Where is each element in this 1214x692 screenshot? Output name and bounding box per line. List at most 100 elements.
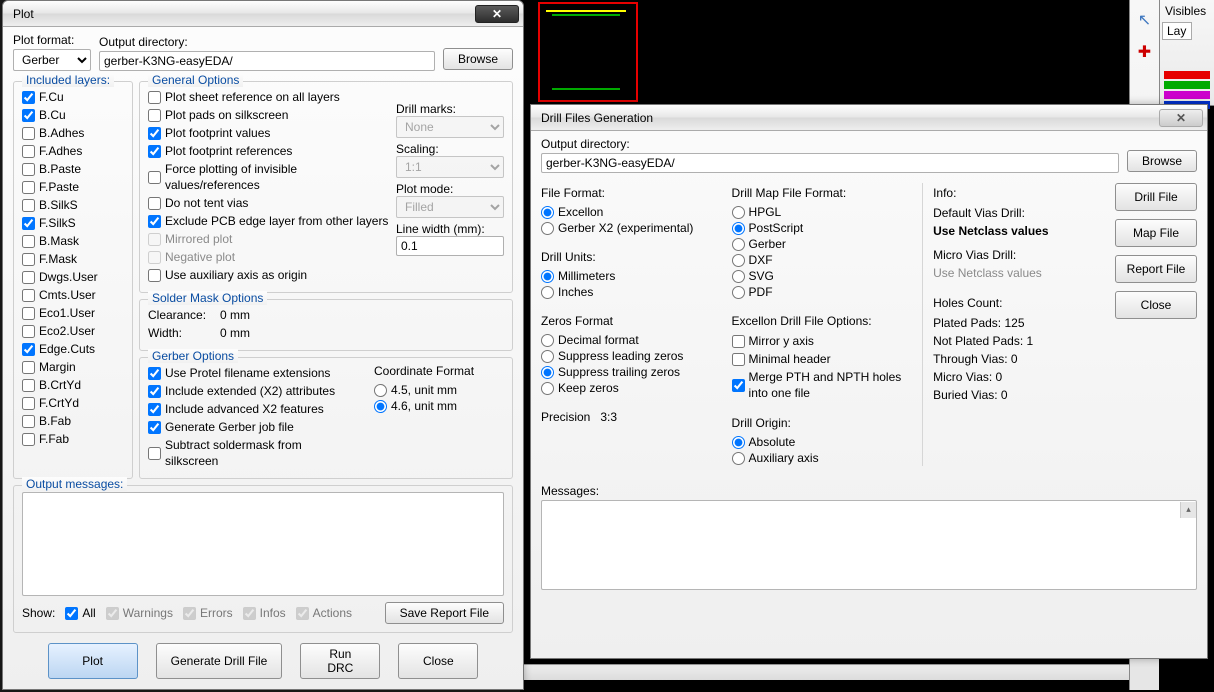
checkbox-input[interactable] (148, 403, 161, 416)
plot-titlebar[interactable]: Plot ✕ (3, 1, 523, 27)
show-all-checkbox[interactable] (65, 607, 78, 620)
checkbox-input[interactable] (148, 421, 161, 434)
checkbox-input[interactable] (22, 127, 35, 140)
checkbox-input[interactable] (148, 251, 161, 264)
checkbox-input[interactable] (148, 127, 161, 140)
option-label: Absolute (749, 435, 796, 449)
checkbox-input[interactable] (22, 343, 35, 356)
radio-input[interactable] (541, 350, 554, 363)
plot-button[interactable]: Plot (48, 643, 138, 679)
checkbox-input[interactable] (22, 271, 35, 284)
layers-tab[interactable]: Lay (1162, 22, 1192, 40)
checkbox-input[interactable] (22, 307, 35, 320)
checkbox-input[interactable] (732, 353, 745, 366)
show-infos-checkbox[interactable] (243, 607, 256, 620)
generate-drill-button[interactable]: Generate Drill File (156, 643, 283, 679)
drill-file-button[interactable]: Drill File (1115, 183, 1197, 211)
checkbox-input[interactable] (22, 415, 35, 428)
output-messages-box[interactable] (22, 492, 504, 596)
radio-input[interactable] (374, 384, 387, 397)
checkbox-row: Force plotting of invisible values/refer… (148, 160, 392, 194)
close-icon[interactable]: ✕ (475, 5, 519, 23)
checkbox-row: Generate Gerber job file (148, 418, 356, 436)
checkbox-input[interactable] (22, 433, 35, 446)
canvas-scrollbar[interactable] (520, 664, 1130, 680)
drill-marks-select[interactable]: None (396, 116, 504, 138)
scroll-up-icon[interactable]: ▴ (1180, 502, 1196, 518)
checkbox-row: Use auxiliary axis as origin (148, 266, 392, 284)
radio-input[interactable] (732, 222, 745, 235)
checkbox-input[interactable] (22, 109, 35, 122)
checkbox-input[interactable] (22, 253, 35, 266)
radio-input[interactable] (732, 436, 745, 449)
report-file-button[interactable]: Report File (1115, 255, 1197, 283)
scaling-select[interactable]: 1:1 (396, 156, 504, 178)
radio-input[interactable] (541, 334, 554, 347)
radio-input[interactable] (541, 270, 554, 283)
run-drc-button[interactable]: Run DRC (300, 643, 380, 679)
checkbox-input[interactable] (22, 217, 35, 230)
show-actions-checkbox[interactable] (296, 607, 309, 620)
radio-input[interactable] (732, 206, 745, 219)
radio-input[interactable] (541, 366, 554, 379)
drill-browse-button[interactable]: Browse (1127, 150, 1197, 172)
radio-row: Gerber (732, 236, 905, 252)
holes-count-line: Not Plated Pads: 1 (933, 332, 1097, 350)
radio-input[interactable] (732, 452, 745, 465)
checkbox-input[interactable] (22, 361, 35, 374)
checkbox-input[interactable] (732, 335, 745, 348)
grid-icon[interactable]: ✚ (1133, 40, 1157, 64)
cursor-tool-icon[interactable]: ↖ (1133, 8, 1157, 32)
checkbox-input[interactable] (22, 289, 35, 302)
checkbox-input[interactable] (148, 91, 161, 104)
checkbox-input[interactable] (22, 397, 35, 410)
drill-output-dir-input[interactable] (541, 153, 1119, 173)
radio-input[interactable] (541, 222, 554, 235)
checkbox-input[interactable] (22, 163, 35, 176)
drill-messages-box[interactable]: ▴ (541, 500, 1197, 590)
show-errors-checkbox[interactable] (183, 607, 196, 620)
coord-format-label: Coordinate Format (374, 364, 504, 378)
checkbox-input[interactable] (22, 199, 35, 212)
drill-close-button[interactable]: Close (1115, 291, 1197, 319)
option-label: Do not tent vias (165, 195, 248, 211)
browse-button[interactable]: Browse (443, 48, 513, 70)
checkbox-input[interactable] (22, 91, 35, 104)
checkbox-input[interactable] (22, 145, 35, 158)
checkbox-input[interactable] (148, 367, 161, 380)
plot-format-select[interactable]: Gerber (13, 49, 91, 71)
radio-input[interactable] (541, 206, 554, 219)
checkbox-input[interactable] (732, 379, 745, 392)
checkbox-input[interactable] (148, 447, 161, 460)
checkbox-input[interactable] (148, 197, 161, 210)
drill-titlebar[interactable]: Drill Files Generation ✕ (531, 105, 1207, 131)
checkbox-row: B.Paste (22, 160, 124, 178)
checkbox-input[interactable] (148, 145, 161, 158)
checkbox-input[interactable] (148, 109, 161, 122)
close-icon[interactable]: ✕ (1159, 109, 1203, 127)
map-file-button[interactable]: Map File (1115, 219, 1197, 247)
line-width-input[interactable] (396, 236, 504, 256)
save-report-button[interactable]: Save Report File (385, 602, 504, 624)
show-warnings-checkbox[interactable] (106, 607, 119, 620)
checkbox-input[interactable] (22, 325, 35, 338)
radio-input[interactable] (732, 238, 745, 251)
checkbox-input[interactable] (148, 233, 161, 246)
output-dir-input[interactable] (99, 51, 435, 71)
radio-input[interactable] (541, 286, 554, 299)
checkbox-input[interactable] (22, 181, 35, 194)
radio-input[interactable] (541, 382, 554, 395)
checkbox-input[interactable] (22, 379, 35, 392)
radio-input[interactable] (732, 270, 745, 283)
radio-input[interactable] (374, 400, 387, 413)
checkbox-input[interactable] (148, 269, 161, 282)
option-label: Millimeters (558, 269, 615, 283)
radio-input[interactable] (732, 254, 745, 267)
checkbox-input[interactable] (148, 171, 161, 184)
plot-mode-select[interactable]: Filled (396, 196, 504, 218)
radio-input[interactable] (732, 286, 745, 299)
close-button[interactable]: Close (398, 643, 478, 679)
checkbox-input[interactable] (148, 215, 161, 228)
checkbox-input[interactable] (22, 235, 35, 248)
checkbox-input[interactable] (148, 385, 161, 398)
